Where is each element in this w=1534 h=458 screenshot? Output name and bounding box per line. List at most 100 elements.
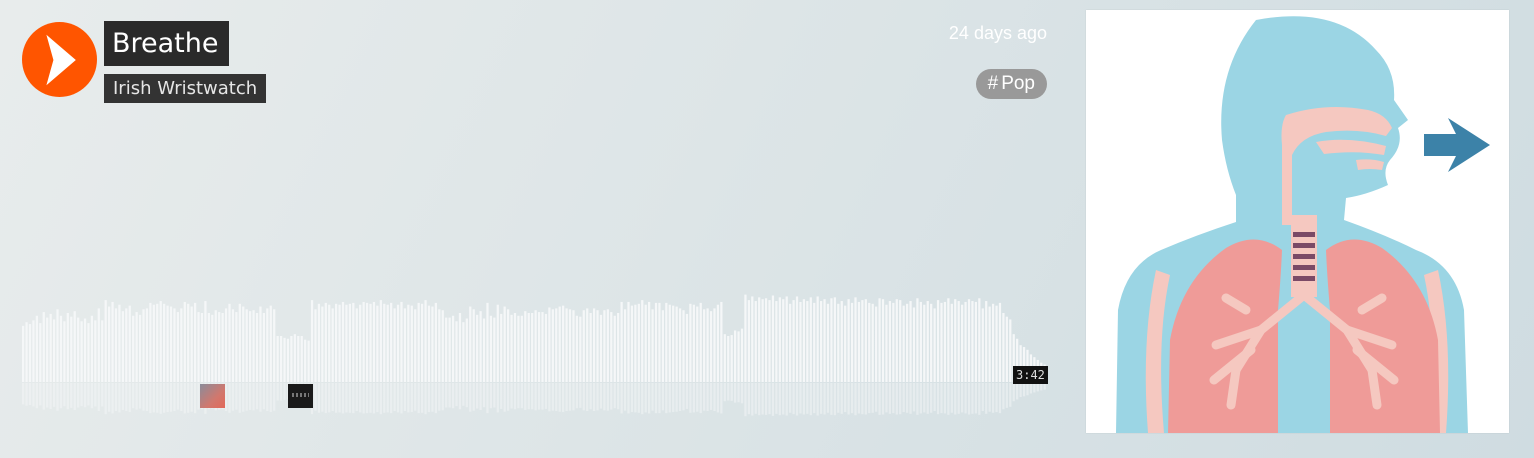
waveform-reflection-bar	[789, 383, 792, 413]
waveform-bar	[909, 301, 912, 382]
waveform-bar	[981, 308, 984, 382]
waveform-reflection-bar	[266, 383, 269, 411]
waveform-reflection-bar	[985, 383, 988, 414]
waveform-reflection-bar	[90, 383, 94, 409]
waveform[interactable]	[22, 290, 1047, 382]
waveform-bar	[94, 320, 97, 382]
waveform-reflection-bar	[1029, 383, 1033, 394]
comment-avatar[interactable]	[200, 384, 225, 408]
waveform-bar	[451, 315, 455, 382]
genre-tag[interactable]: # Pop	[975, 69, 1047, 99]
waveform-bar	[365, 302, 369, 382]
waveform-bar	[503, 306, 506, 382]
waveform-bar	[789, 303, 792, 382]
waveform-bar	[97, 308, 100, 382]
waveform-reflection-bar	[482, 383, 486, 408]
waveform-bar	[283, 337, 286, 382]
waveform-bar	[104, 300, 107, 382]
waveform-bar	[723, 334, 726, 382]
waveform-reflection-bar	[878, 383, 881, 415]
waveform-reflection-bar	[709, 383, 713, 410]
waveform-reflection-bar	[173, 383, 176, 411]
waveform-reflection-bar	[228, 383, 231, 413]
waveform-bar	[520, 315, 523, 382]
waveform-bar	[1002, 313, 1005, 382]
waveform-bar	[881, 299, 885, 382]
waveform-bar	[644, 304, 647, 382]
waveform-bar	[83, 318, 87, 382]
waveform-bar	[479, 311, 482, 382]
play-button[interactable]	[22, 22, 97, 97]
waveform-bar	[888, 301, 892, 382]
waveform-bar	[795, 296, 799, 382]
waveform-reflection-bar	[317, 383, 321, 413]
waveform-bar	[582, 310, 585, 382]
track-artwork[interactable]	[1086, 10, 1509, 433]
waveform-bar	[933, 308, 936, 382]
waveform-bar	[386, 304, 389, 382]
waveform-bar	[249, 311, 252, 382]
waveform-reflection-bar	[101, 383, 104, 407]
waveform-reflection-bar	[46, 383, 49, 408]
waveform-bar	[744, 294, 747, 382]
waveform-bar	[279, 336, 283, 382]
artist-name[interactable]: Irish Wristwatch	[104, 74, 267, 103]
waveform-reflection-bar	[648, 383, 651, 414]
waveform-reflection-bar	[847, 383, 850, 415]
waveform-bar	[190, 306, 193, 382]
waveform-bar	[868, 302, 871, 382]
waveform-bar	[902, 305, 905, 382]
waveform-bar	[49, 313, 52, 382]
waveform-bar	[957, 301, 960, 382]
waveform-reflection-bar	[641, 383, 644, 415]
waveform-bar	[70, 316, 73, 382]
waveform-reflection-bar	[730, 383, 733, 401]
waveform-reflection-bar	[245, 383, 248, 411]
waveform-bar	[314, 309, 317, 382]
waveform-bar	[555, 308, 558, 382]
waveform-bar	[599, 314, 603, 382]
waveform-reflection-bar	[524, 383, 527, 410]
waveform-bar	[947, 298, 950, 382]
waveform-bar	[510, 314, 513, 382]
waveform-bar	[930, 303, 933, 382]
waveform-bar	[813, 302, 816, 382]
waveform-reflection-bar	[87, 383, 90, 406]
waveform-reflection-bar	[562, 383, 565, 413]
waveform-bar	[758, 297, 761, 382]
waveform-bar	[1009, 319, 1012, 382]
waveform-reflection-bar	[923, 383, 926, 413]
waveform-reflection-bar	[365, 383, 369, 414]
waveform-reflection-bar	[138, 383, 142, 409]
waveform-reflection-bar	[59, 383, 63, 409]
comment-avatar[interactable]	[288, 384, 313, 408]
waveform-bar	[985, 301, 988, 382]
waveform-reflection-bar	[792, 383, 795, 415]
waveform-reflection-bar	[341, 383, 345, 414]
waveform-reflection-bar	[517, 383, 520, 409]
waveform-reflection-bar	[751, 383, 754, 416]
waveform-reflection-bar	[70, 383, 73, 408]
waveform-reflection-bar	[118, 383, 121, 413]
waveform-bar	[720, 301, 723, 382]
waveform-reflection-bar	[73, 383, 76, 410]
waveform-bar	[276, 336, 279, 382]
waveform-reflection-bar	[720, 383, 723, 414]
waveform-reflection-bar	[692, 383, 695, 413]
waveform-bar	[782, 299, 785, 382]
track-title[interactable]: Breathe	[104, 21, 229, 66]
waveform-reflection-bar	[537, 383, 541, 410]
waveform-bar	[152, 304, 155, 382]
waveform-bar	[875, 306, 878, 382]
waveform-reflection-bar	[706, 383, 709, 411]
waveform-bar	[187, 303, 190, 382]
waveform-bar	[826, 303, 830, 382]
waveform-bar	[183, 301, 186, 382]
waveform-reflection-bar	[1019, 383, 1022, 397]
waveform-reflection-bar	[63, 383, 66, 407]
play-icon	[46, 34, 76, 86]
waveform-bar	[352, 302, 355, 382]
waveform-reflection-bar	[390, 383, 393, 414]
waveform-reflection-bar	[572, 383, 575, 411]
waveform-reflection-bar	[135, 383, 138, 410]
